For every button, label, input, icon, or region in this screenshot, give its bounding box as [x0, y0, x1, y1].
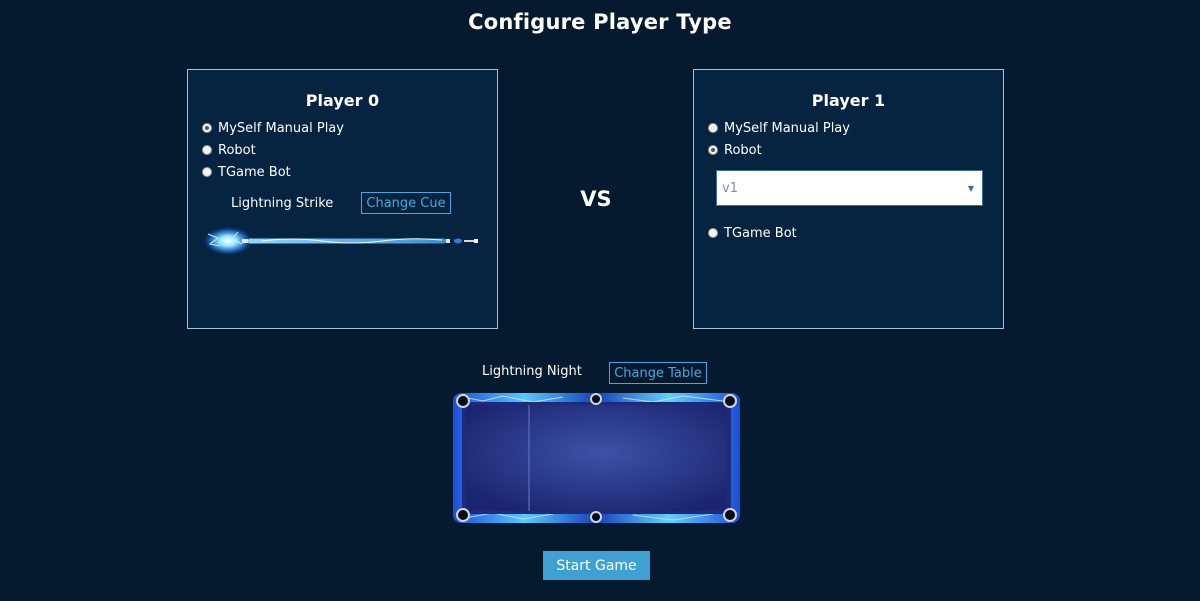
- player1-radio-robot[interactable]: [708, 145, 718, 155]
- player1-option-tgame-bot[interactable]: TGame Bot: [708, 223, 797, 243]
- cue-row: Lightning Strike Change Cue: [188, 192, 497, 218]
- player0-option-robot-label: Robot: [218, 142, 256, 158]
- player0-option-robot[interactable]: Robot: [202, 140, 256, 160]
- player0-panel: Player 0 MySelf Manual Play Robot TGame …: [187, 69, 498, 329]
- player1-option-manual-label: MySelf Manual Play: [724, 120, 850, 136]
- vs-label: VS: [580, 187, 612, 211]
- pool-table-preview: [453, 393, 740, 523]
- player0-option-tgame-bot[interactable]: TGame Bot: [202, 162, 291, 182]
- cue-name: Lightning Strike: [231, 196, 334, 211]
- player0-radio-tgame-bot[interactable]: [202, 167, 212, 177]
- player1-title: Player 1: [811, 91, 886, 110]
- robot-version-value: v1: [722, 180, 738, 196]
- player1-radio-manual[interactable]: [708, 123, 718, 133]
- change-cue-button[interactable]: Change Cue: [361, 192, 451, 214]
- player1-option-manual[interactable]: MySelf Manual Play: [708, 118, 850, 138]
- player0-title: Player 0: [305, 91, 380, 110]
- player1-option-tgame-bot-label: TGame Bot: [724, 225, 797, 241]
- player1-option-robot-label: Robot: [724, 142, 762, 158]
- player1-radio-tgame-bot[interactable]: [708, 228, 718, 238]
- player0-radio-robot[interactable]: [202, 145, 212, 155]
- player1-panel: Player 1 MySelf Manual Play Robot v1 ▼ T…: [693, 69, 1004, 329]
- player0-option-tgame-bot-label: TGame Bot: [218, 164, 291, 180]
- cue-stick-image: [202, 226, 478, 256]
- change-table-button[interactable]: Change Table: [609, 362, 707, 384]
- player1-option-robot[interactable]: Robot: [708, 140, 762, 160]
- player0-option-manual-label: MySelf Manual Play: [218, 120, 344, 136]
- start-game-button[interactable]: Start Game: [543, 551, 650, 580]
- table-name: Lightning Night: [482, 364, 582, 379]
- robot-version-select[interactable]: v1 ▼: [716, 170, 983, 206]
- page-title: Configure Player Type: [468, 10, 732, 34]
- player0-option-manual[interactable]: MySelf Manual Play: [202, 118, 344, 138]
- player0-radio-manual[interactable]: [202, 123, 212, 133]
- chevron-down-icon: ▼: [967, 184, 974, 193]
